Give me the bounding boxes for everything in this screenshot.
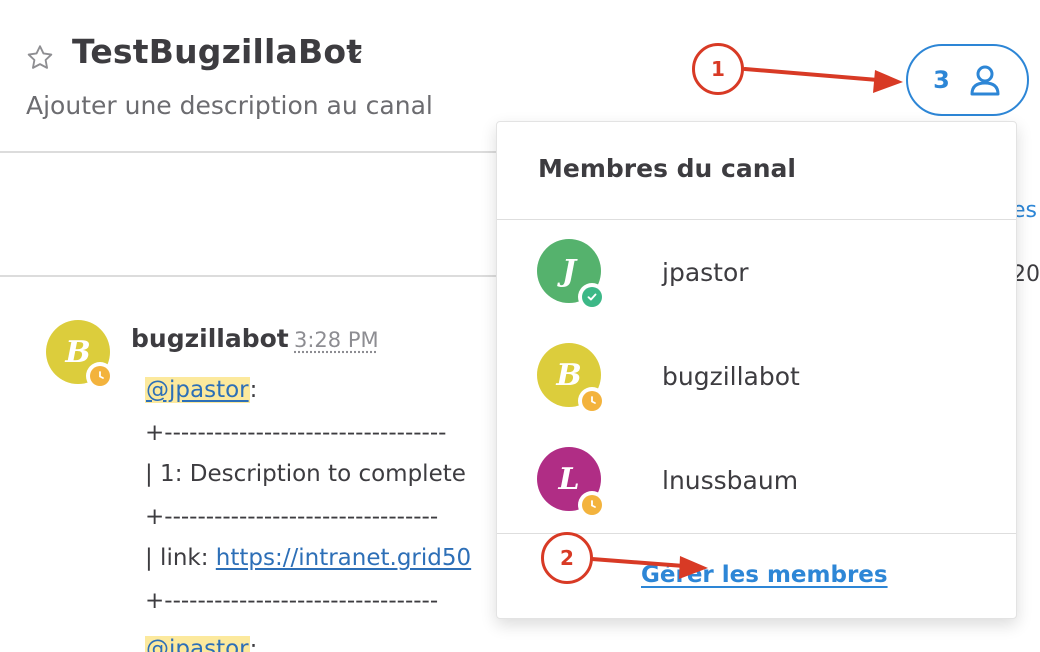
away-status-badge (578, 387, 606, 415)
member-row-bugzillabot[interactable]: B bugzillabot (497, 326, 1016, 426)
channel-page: TestBugzillaBot Ajouter une description … (0, 0, 1040, 652)
annotation-number: 1 (711, 57, 725, 81)
avatar-letter: B (65, 334, 91, 370)
annotation-number: 2 (560, 546, 574, 570)
avatar-letter: L (558, 461, 580, 497)
annotation-arrowhead-1 (873, 70, 903, 93)
member-row-jpastor[interactable]: J jpastor (497, 222, 1016, 322)
star-outline-icon[interactable] (24, 42, 56, 74)
annotation-arrow-1 (743, 67, 880, 82)
member-row-lnussbaum[interactable]: L lnussbaum (497, 430, 1016, 530)
member-count: 3 (933, 66, 950, 94)
post-time[interactable]: 3:28 PM (294, 328, 379, 352)
message-separator: +---------------------------------- (145, 420, 447, 446)
popover-title: Membres du canal (538, 154, 796, 183)
popover-divider (497, 219, 1016, 220)
member-name: jpastor (662, 258, 749, 287)
avatar-letter: B (556, 357, 582, 393)
clock-icon (582, 495, 602, 515)
mention-suffix: : (249, 377, 258, 403)
mention-suffix: : (249, 636, 258, 652)
avatar-letter: J (561, 253, 577, 289)
post-author[interactable]: bugzillabot (131, 324, 289, 353)
channel-description[interactable]: Ajouter une description au canal (26, 91, 433, 120)
annotation-marker-2: 2 (541, 532, 593, 584)
check-icon (582, 287, 602, 307)
member-name: lnussbaum (662, 466, 799, 495)
member-name: bugzillabot (662, 362, 800, 391)
message-mention-line: @jpastor: (145, 377, 257, 403)
message-mention-line: @jpastor: (145, 636, 257, 652)
message-separator: +--------------------------------- (145, 504, 439, 530)
chevron-down-icon[interactable] (345, 46, 365, 62)
content-divider (0, 275, 496, 277)
mention-link[interactable]: @jpastor (145, 377, 250, 403)
intranet-link[interactable]: https://intranet.grid50 (216, 545, 471, 571)
clock-icon (582, 391, 602, 411)
annotation-marker-1: 1 (692, 43, 744, 95)
away-status-badge (86, 362, 114, 390)
channel-members-button[interactable]: 3 (906, 44, 1029, 116)
message-link-line: | link: https://intranet.grid50 (145, 545, 471, 571)
message-separator: +--------------------------------- (145, 588, 439, 614)
channel-title[interactable]: TestBugzillaBot (72, 32, 362, 71)
message-description-line: | 1: Description to complete (145, 461, 466, 487)
away-status-badge (578, 491, 606, 519)
header-divider (0, 151, 496, 153)
manage-members-link[interactable]: Gérer les membres (641, 562, 888, 588)
mention-link[interactable]: @jpastor (145, 636, 250, 652)
clock-icon (90, 366, 110, 386)
link-prefix: | link: (145, 545, 216, 571)
online-status-badge (578, 283, 606, 311)
user-icon (970, 65, 1000, 96)
